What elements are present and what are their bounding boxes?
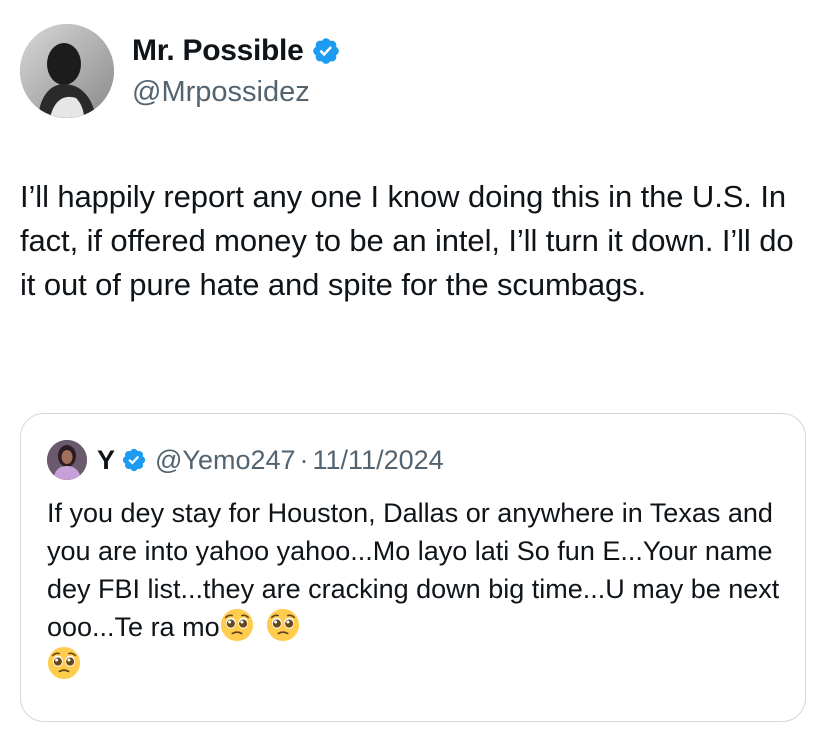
separator-dot: · <box>299 444 309 475</box>
tweet-text: I’ll happily report any one I know doing… <box>20 179 794 302</box>
quoted-author-handle[interactable]: @Yemo247 <box>155 445 296 476</box>
quoted-tweet-card[interactable]: Y @Yemo247 · 11/11/2024 If you dey stay … <box>20 413 806 722</box>
tweet-header: Mr. Possible @Mrpossidez <box>20 24 341 118</box>
pleading-face-emoji <box>47 646 81 680</box>
author-avatar[interactable] <box>20 24 114 118</box>
quoted-tweet-header: Y @Yemo247 · 11/11/2024 <box>47 440 444 480</box>
verified-badge-icon[interactable] <box>121 447 147 473</box>
author-names: Mr. Possible @Mrpossidez <box>132 34 341 109</box>
pleading-face-emoji <box>220 608 254 642</box>
quoted-author-avatar[interactable] <box>47 440 87 480</box>
verified-badge-icon[interactable] <box>311 36 341 66</box>
author-display-name[interactable]: Mr. Possible <box>132 34 304 68</box>
quoted-tweet-body: If you dey stay for Houston, Dallas or a… <box>47 498 780 642</box>
quoted-tweet-date[interactable]: 11/11/2024 <box>313 445 444 476</box>
quoted-tweet-text: If you dey stay for Houston, Dallas or a… <box>47 494 792 684</box>
quoted-author-display-name[interactable]: Y <box>97 445 115 476</box>
pleading-face-emoji <box>266 608 300 642</box>
author-handle[interactable]: @Mrpossidez <box>132 76 341 109</box>
author-name-row: Mr. Possible <box>132 34 341 68</box>
